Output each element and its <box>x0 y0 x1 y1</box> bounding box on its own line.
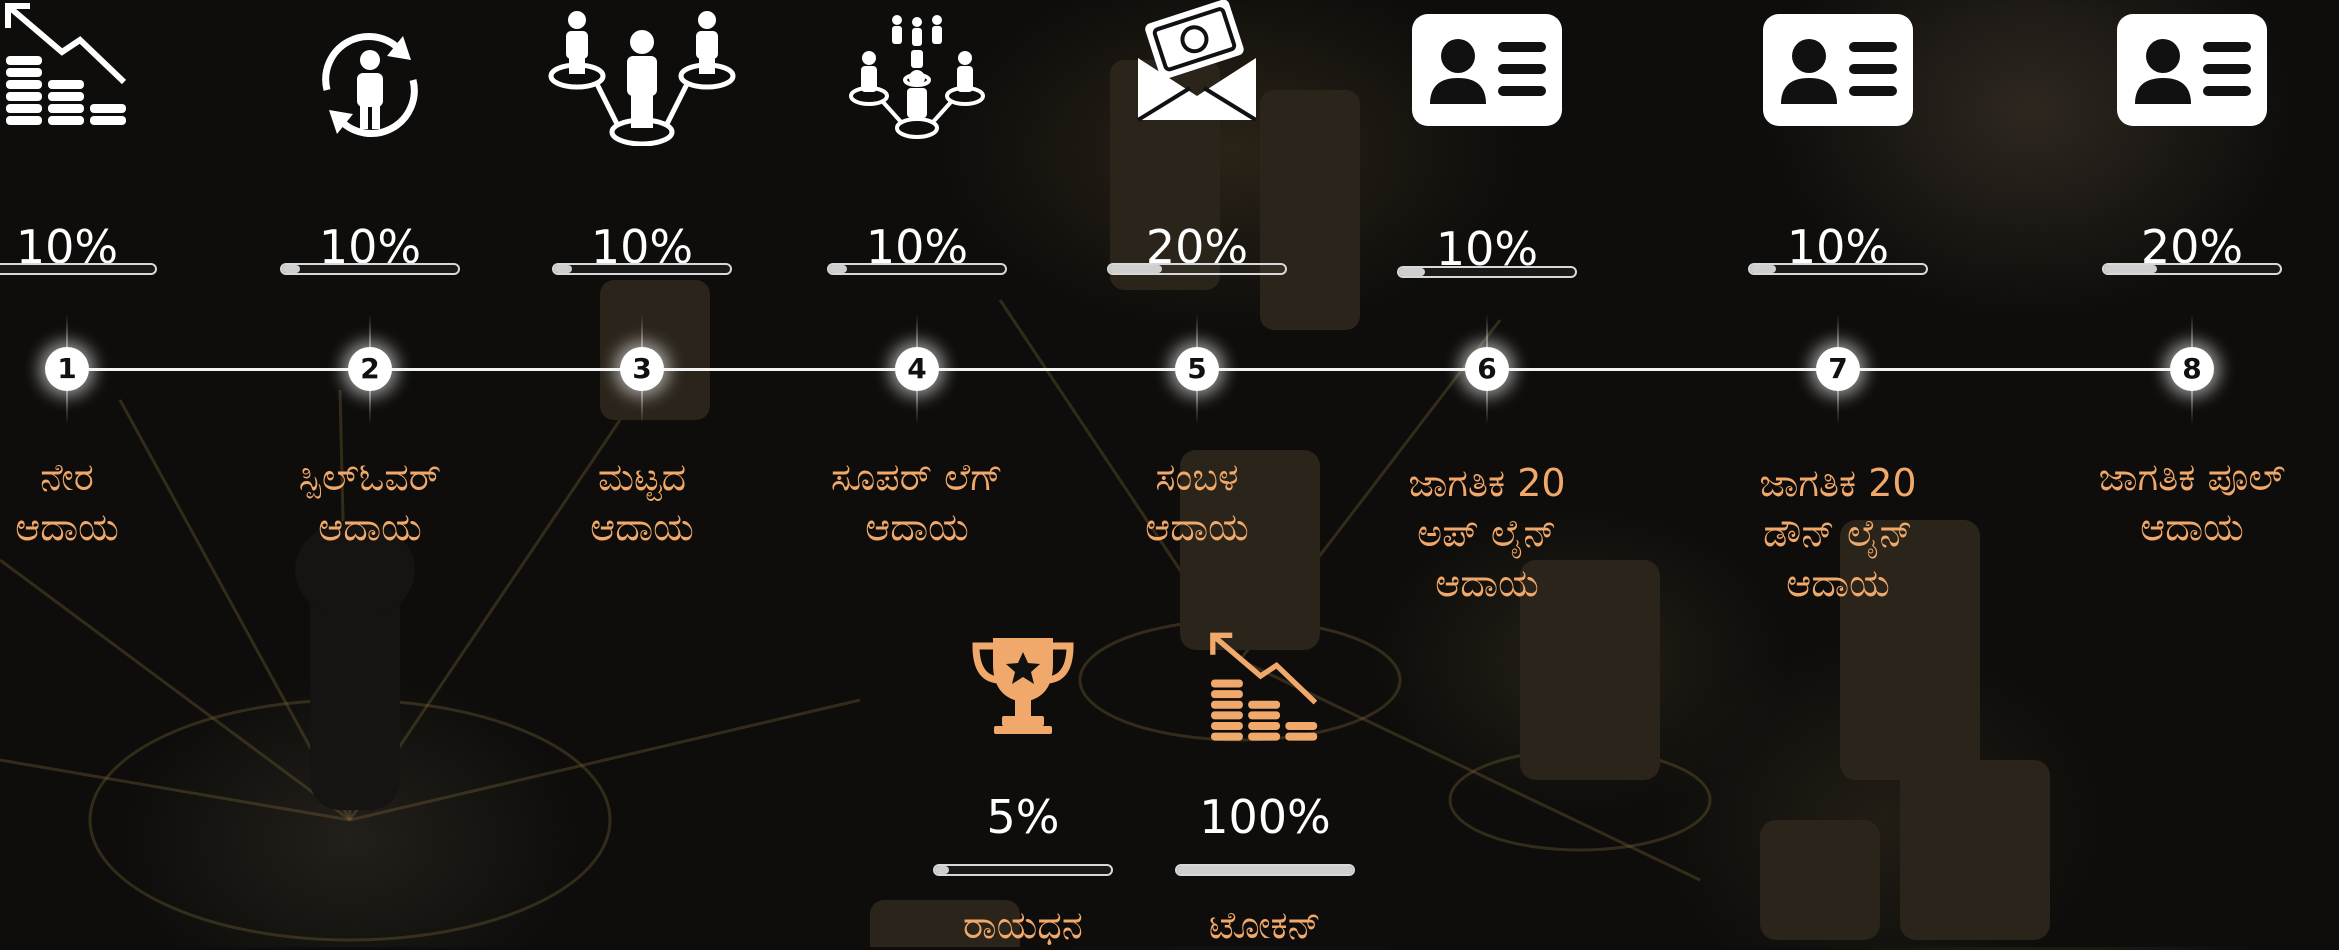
step-label-line: ಜಾಗತಿಕ 20 <box>1759 461 1917 505</box>
step-label: ಜಾಗತಿಕ 20 ಡೌನ್ ಲೈನ್ ಆದಾಯ <box>1678 458 1998 608</box>
progress-bar <box>0 263 157 275</box>
extra-label: ಟೋಕನ್ <box>1105 900 1425 950</box>
progress-bar <box>1397 266 1577 278</box>
id-card-icon <box>1357 14 1617 164</box>
progress-bar <box>1107 263 1287 275</box>
step-label: ಜಾಗತಿಕ ಪೂಲ್ ಆದಾಯ <box>2032 452 2339 552</box>
step-label: ಸೂಪರ್ ಲೆಗ್ ಆದಾಯ <box>757 452 1077 552</box>
descending-coins-icon <box>1135 630 1395 780</box>
progress-bar <box>1748 263 1928 275</box>
step-label-line: ಆದಾಯ <box>590 505 694 549</box>
step-label-line: ಮಟ್ಟದ <box>597 455 687 499</box>
progress-bar-fill <box>829 265 847 273</box>
step-label-line: ಆದಾಯ <box>865 505 969 549</box>
step-number-5: 5 <box>1175 347 1219 391</box>
progress-bar-fill <box>2104 265 2157 273</box>
step-label-line: ಜಾಗತಿಕ 20 <box>1408 461 1566 505</box>
money-envelope-icon <box>1067 0 1327 150</box>
step-label: ಮಟ್ಟದ ಆದಾಯ <box>482 452 802 552</box>
progress-bar-fill <box>935 866 950 874</box>
progress-bar <box>933 864 1113 876</box>
id-card-icon <box>1708 14 1968 164</box>
step-label-line: ಅಪ್ ಲೈನ್ <box>1417 511 1557 555</box>
id-card-icon <box>2062 14 2322 164</box>
step-label-line: ಆದಾಯ <box>15 505 119 549</box>
step-number-3: 3 <box>620 347 664 391</box>
step-label-line: ಆದಾಯ <box>1435 561 1539 605</box>
step-number-1: 1 <box>45 347 89 391</box>
step-label-line: ಆದಾಯ <box>1145 505 1249 549</box>
extra-percent: 5% <box>986 790 1060 844</box>
step-number-8: 8 <box>2170 347 2214 391</box>
step-label-line: ಆದಾಯ <box>1786 561 1890 605</box>
step-number-2: 2 <box>348 347 392 391</box>
progress-bar <box>1175 864 1355 876</box>
step-label-line: ಸೂಪರ್ ಲೆಗ್ <box>830 455 1004 499</box>
trophy-icon <box>893 630 1153 780</box>
step-number-6: 6 <box>1465 347 1509 391</box>
progress-bar-fill <box>1177 866 1353 874</box>
circular-person-icon <box>240 20 500 170</box>
step-label: ಜಾಗತಿಕ 20 ಅಪ್ ಲೈನ್ ಆದಾಯ <box>1327 458 1647 608</box>
step-label-line: ಜಾಗತಿಕ ಪೂಲ್ <box>2098 455 2286 499</box>
step-label-line: ಆದಾಯ <box>2140 505 2244 549</box>
extra-label-line: ಟೋಕನ್ <box>1208 903 1322 947</box>
step-label: ನೇರ ಆದಾಯ <box>0 452 227 552</box>
progress-bar-fill <box>554 265 572 273</box>
step-label: ಸಂಬಳ ಆದಾಯ <box>1037 452 1357 552</box>
progress-bar-fill <box>1109 265 1162 273</box>
step-label-line: ಡೌನ್ ಲೈನ್ <box>1763 511 1913 555</box>
step-label-line: ನೇರ <box>40 455 94 499</box>
step-number-4: 4 <box>895 347 939 391</box>
progress-bar-fill <box>1399 268 1426 276</box>
progress-bar <box>827 263 1007 275</box>
hierarchy-people-icon <box>787 12 1047 162</box>
step-label-line: ಸಂಬಳ <box>1155 455 1239 499</box>
progress-bar <box>280 263 460 275</box>
descending-coins-icon <box>0 0 197 150</box>
progress-bar <box>2102 263 2282 275</box>
progress-bar <box>552 263 732 275</box>
step-number-7: 7 <box>1816 347 1860 391</box>
extra-percent: 100% <box>1199 790 1331 844</box>
progress-bar-fill <box>1750 265 1777 273</box>
progress-bar-fill <box>282 265 300 273</box>
network-people-icon <box>512 6 772 156</box>
